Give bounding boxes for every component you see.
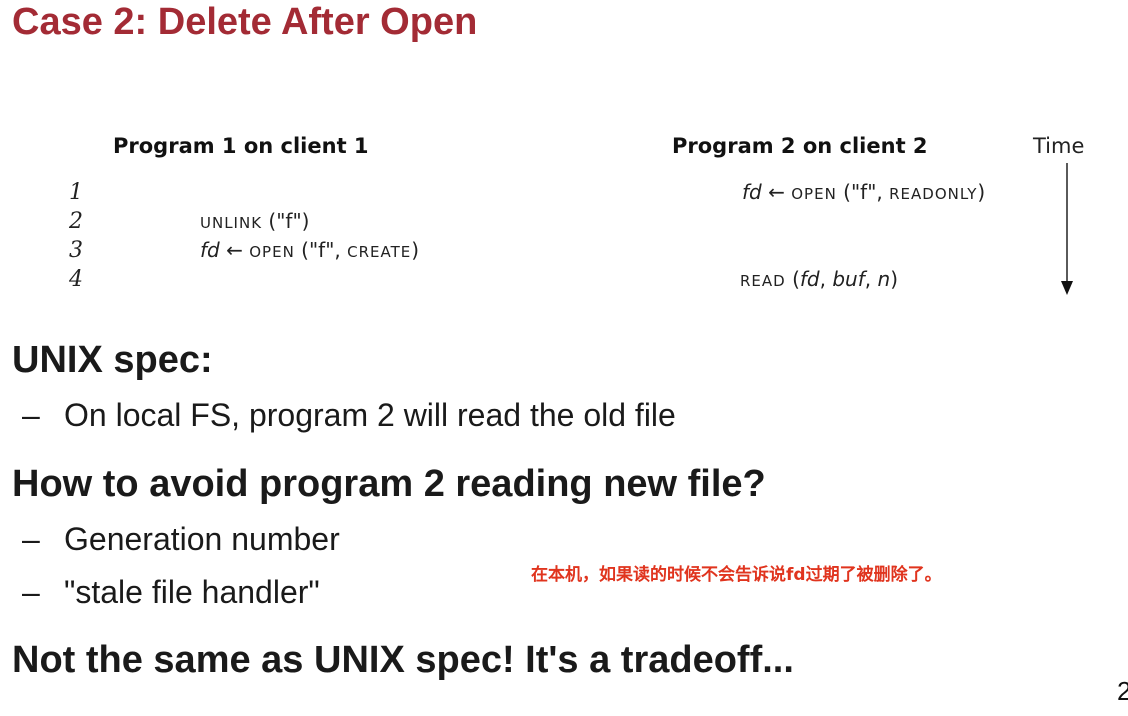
generation-number-bullet: – Generation number — [22, 520, 340, 558]
bullet-dash: – — [22, 397, 40, 433]
arg-sep: , — [819, 267, 833, 291]
arg-sep: , — [864, 267, 878, 291]
line-number: 3 — [69, 238, 83, 263]
unix-spec-heading: UNIX spec: — [12, 339, 213, 381]
unix-spec-bullet: – On local FS, program 2 will read the ol… — [22, 396, 676, 434]
close-paren: ) — [977, 180, 986, 204]
bullet-dash: – — [22, 521, 40, 557]
op-unlink: UNLINK — [200, 214, 263, 232]
time-label: Time — [1033, 134, 1085, 158]
slide-title: Case 2: Delete After Open — [12, 1, 478, 43]
program-2-header: Program 2 on client 2 — [672, 134, 928, 158]
unlink-args: ("f") — [262, 209, 310, 233]
p1-unlink: UNLINK ("f") — [200, 209, 309, 235]
var-fd: fd — [742, 180, 762, 204]
arg-fd: fd — [799, 267, 820, 291]
op-read: READ — [740, 272, 786, 290]
op-open: OPEN — [249, 243, 295, 261]
bullet-dash: – — [22, 574, 40, 610]
p2-open-readonly: fd ← OPEN ("f", READONLY) — [742, 180, 985, 206]
close-paren: ) — [890, 267, 898, 291]
var-fd: fd — [200, 238, 220, 262]
open-paren: ( — [785, 267, 800, 291]
bullet-text: "stale file handler" — [64, 574, 320, 610]
conclusion-heading: Not the same as UNIX spec! It's a tradeo… — [12, 639, 794, 681]
p2-read: READ (fd, buf, n) — [740, 267, 898, 293]
flag-create: CREATE — [347, 243, 412, 261]
bullet-text: Generation number — [64, 521, 340, 557]
line-number: 4 — [69, 267, 83, 292]
handwritten-annotation: 在本机，如果读的时候不会告诉说fd过期了被删除了。 — [531, 565, 942, 585]
line-number: 2 — [69, 209, 83, 234]
flag-readonly: READONLY — [889, 185, 978, 203]
program-1-header: Program 1 on client 1 — [113, 134, 369, 158]
open-args: ("f", — [836, 180, 890, 204]
arg-n: n — [877, 267, 891, 291]
page-number: 2 — [1117, 676, 1128, 706]
stale-file-handler-bullet: – "stale file handler" — [22, 573, 320, 611]
assign-arrow: ← — [768, 180, 785, 204]
bullet-text: On local FS, program 2 will read the old… — [64, 397, 676, 433]
time-arrow-icon — [1061, 163, 1073, 295]
open-args: ("f", — [294, 238, 348, 262]
p1-open-create: fd ← OPEN ("f", CREATE) — [200, 238, 419, 264]
op-open: OPEN — [791, 185, 837, 203]
line-number: 1 — [69, 180, 83, 205]
arg-buf: buf — [832, 267, 865, 291]
close-paren: ) — [411, 238, 420, 262]
avoid-heading: How to avoid program 2 reading new file? — [12, 463, 766, 505]
assign-arrow: ← — [226, 238, 243, 262]
